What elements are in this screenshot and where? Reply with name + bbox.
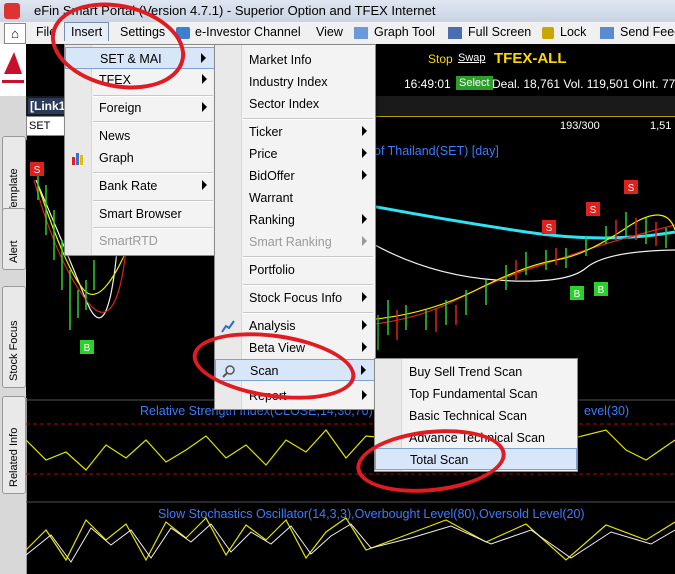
- lock-icon: [542, 27, 554, 39]
- menu-full-screen[interactable]: Full Screen: [468, 25, 531, 39]
- tab-stock-focus-label: Stock Focus: [8, 320, 20, 381]
- chevron-right-icon: [362, 320, 367, 330]
- rsi-title-right: evel(30): [584, 404, 630, 418]
- buy-marker-label: B: [84, 343, 91, 354]
- menu-item-news[interactable]: News: [65, 125, 215, 147]
- bar-count-label: 193/300: [560, 120, 600, 132]
- menu-item-basic-technical-scan[interactable]: Basic Technical Scan: [375, 405, 577, 427]
- home-icon[interactable]: ⌂: [4, 23, 26, 44]
- value-label: 1,51: [650, 120, 672, 132]
- swap-link[interactable]: Swap: [458, 52, 486, 64]
- chart-title: of Thailand(SET) [day]: [374, 144, 499, 158]
- menu-item-stock-focus-info[interactable]: Stock Focus Info: [215, 287, 375, 309]
- menu-item-market-info[interactable]: Market Info: [215, 49, 375, 71]
- menu-item-smart-browser[interactable]: Smart Browser: [65, 203, 215, 225]
- chevron-right-icon: [362, 342, 367, 352]
- symbol-input[interactable]: SET: [26, 116, 65, 136]
- chevron-right-icon: [362, 390, 367, 400]
- menu-item-bidoffer[interactable]: BidOffer: [215, 165, 375, 187]
- chevron-right-icon: [202, 180, 207, 190]
- bar-chart-icon: [72, 153, 83, 165]
- menu-item-smart-ranking: Smart Ranking: [215, 231, 375, 253]
- chevron-right-icon: [362, 292, 367, 302]
- tab-alert-label: Alert: [8, 240, 20, 263]
- chevron-right-icon: [201, 53, 206, 63]
- broker-logo: [0, 44, 26, 96]
- menu-item-top-fundamental-scan[interactable]: Top Fundamental Scan: [375, 383, 577, 405]
- chevron-right-icon: [202, 102, 207, 112]
- buy-marker-label: B: [598, 285, 605, 296]
- chevron-right-icon: [202, 74, 207, 84]
- menu-item-foreign[interactable]: Foreign: [65, 97, 215, 119]
- menu-send-feed[interactable]: Send Feed: [620, 25, 675, 39]
- select-button[interactable]: Select: [456, 76, 493, 90]
- menu-item-portfolio[interactable]: Portfolio: [215, 259, 375, 281]
- chevron-right-icon: [362, 126, 367, 136]
- menu-view[interactable]: View: [316, 25, 343, 39]
- chevron-right-icon: [362, 236, 367, 246]
- menu-item-graph[interactable]: Graph: [65, 147, 215, 169]
- menu-item-smartrtd: SmartRTD: [99, 234, 158, 248]
- menu-item-sector-index[interactable]: Sector Index: [215, 93, 375, 115]
- tab-alert[interactable]: Alert: [2, 208, 26, 270]
- tab-related-info-label: Related Info: [8, 427, 20, 487]
- tab-related-info[interactable]: Related Info: [2, 396, 26, 494]
- menu-item-ticker[interactable]: Ticker: [215, 121, 375, 143]
- sell-marker-label: S: [590, 205, 597, 216]
- time-label: 16:49:01: [404, 77, 451, 91]
- link-tab[interactable]: [Link1: [28, 98, 68, 114]
- analysis-icon: [221, 320, 235, 333]
- menu-item-price[interactable]: Price: [215, 143, 375, 165]
- chevron-right-icon: [361, 365, 366, 375]
- chevron-right-icon: [362, 148, 367, 158]
- full-screen-icon: [448, 27, 462, 39]
- stop-button[interactable]: Stop: [428, 52, 453, 66]
- chevron-right-icon: [362, 214, 367, 224]
- menu-graph-tool[interactable]: Graph Tool: [374, 25, 435, 39]
- chevron-right-icon: [362, 170, 367, 180]
- menu-item-ranking[interactable]: Ranking: [215, 209, 375, 231]
- sell-marker-label: S: [546, 223, 553, 234]
- menu-item-buy-sell-trend-scan[interactable]: Buy Sell Trend Scan: [375, 361, 577, 383]
- menu-item-bank-rate[interactable]: Bank Rate: [65, 175, 215, 197]
- tab-template-label: Template: [8, 168, 20, 213]
- sell-marker-label: S: [628, 183, 635, 194]
- stochastics-title: Slow Stochastics Oscillator(14,3,3),Over…: [158, 507, 585, 521]
- tab-stock-focus[interactable]: Stock Focus: [2, 286, 26, 388]
- menu-item-industry-index[interactable]: Industry Index: [215, 71, 375, 93]
- deal-label: Deal. 18,761 Vol. 119,501 OInt. 778,31: [492, 77, 675, 91]
- send-feed-icon: [600, 27, 614, 39]
- graph-tool-icon: [354, 27, 368, 39]
- app-logo-icon: [4, 3, 20, 19]
- buy-marker-label: B: [574, 289, 581, 300]
- broker-logo-icon: [2, 52, 24, 83]
- side-panel: Template Alert Stock Focus Related Info: [0, 96, 27, 574]
- sell-marker-label: S: [34, 165, 41, 176]
- menu-lock[interactable]: Lock: [560, 25, 586, 39]
- symbol-label: TFEX-ALL: [494, 50, 567, 67]
- menu-e-investor-channel[interactable]: e-Investor Channel: [195, 25, 301, 39]
- menu-item-warrant[interactable]: Warrant: [215, 187, 375, 209]
